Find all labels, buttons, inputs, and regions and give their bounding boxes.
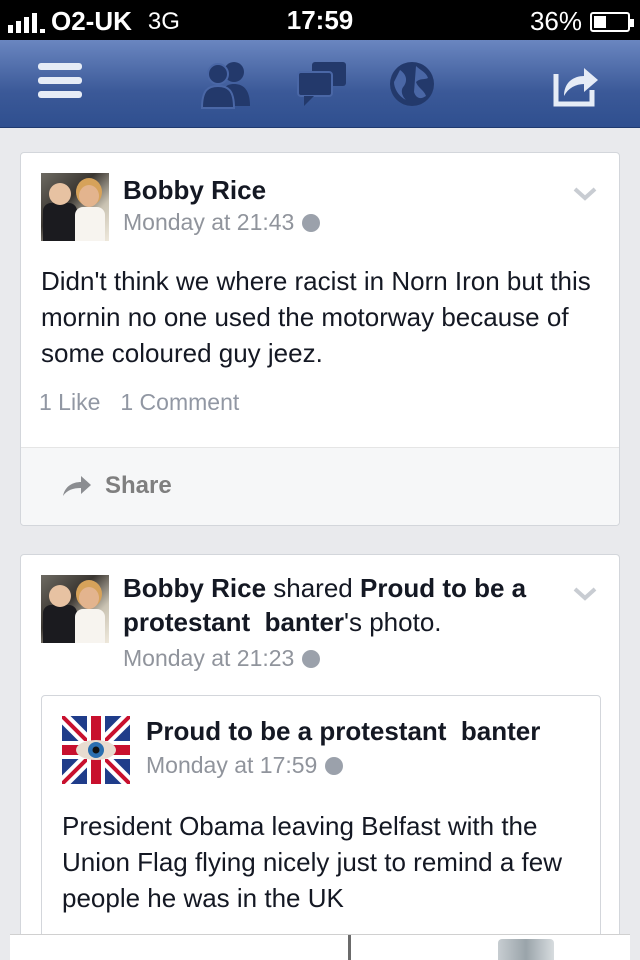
post-text: Didn't think we where racist in Norn Iro… [41, 266, 591, 368]
timestamp-text: Monday at 17:59 [146, 752, 318, 778]
public-globe-icon [302, 213, 321, 232]
battery-percent: 36% [529, 6, 582, 36]
share-button[interactable]: Share [61, 472, 172, 500]
post-timestamp[interactable]: Monday at 21:23 [123, 645, 321, 672]
top-navbar [0, 40, 640, 128]
post-author[interactable]: Bobby Rice [123, 573, 266, 603]
avatar[interactable] [41, 575, 109, 643]
timestamp-text: Monday at 21:23 [123, 645, 295, 671]
menu-icon[interactable] [38, 58, 90, 110]
post-timestamp[interactable]: Monday at 21:43 [123, 209, 321, 236]
battery-icon [590, 11, 634, 32]
shared-photo[interactable] [10, 934, 630, 960]
friends-icon[interactable] [198, 58, 250, 110]
post-author[interactable]: Bobby Rice [123, 175, 266, 206]
globe-icon[interactable] [386, 58, 438, 110]
public-globe-icon [302, 649, 321, 668]
share-label: Share [105, 472, 172, 499]
timestamp-text: Monday at 21:43 [123, 209, 295, 235]
messages-icon[interactable] [294, 58, 346, 110]
public-globe-icon [325, 756, 344, 775]
post-card: Bobby Rice Monday at 21:43 Didn't think … [20, 152, 620, 526]
chevron-down-icon[interactable] [573, 187, 597, 201]
status-bar: O2-UK 3G 17:59 36% [0, 0, 640, 40]
shared-page-name[interactable]: Proud to be a protestant banter [146, 716, 540, 747]
shared-action: shared [266, 573, 360, 603]
shared-suffix: 's photo. [344, 607, 442, 637]
chevron-down-icon[interactable] [573, 587, 597, 601]
share-arrow-icon [63, 476, 91, 496]
shared-headline: Bobby Rice shared Proud to be a protesta… [123, 571, 563, 639]
shared-post[interactable]: Proud to be a protestant banter Monday a… [41, 695, 601, 960]
shared-post-text: President Obama leaving Belfast with the… [62, 811, 563, 913]
union-flag-avatar[interactable] [62, 716, 130, 784]
comment-count[interactable]: 1 Comment [120, 389, 239, 416]
post-card: Bobby Rice shared Proud to be a protesta… [20, 554, 620, 960]
avatar[interactable] [41, 173, 109, 241]
post-stats: 1 Like 1 Comment [39, 389, 239, 416]
post-action-bar: Share [21, 448, 619, 525]
shared-timestamp[interactable]: Monday at 17:59 [146, 752, 344, 779]
like-count[interactable]: 1 Like [39, 389, 100, 416]
share-icon[interactable] [550, 58, 602, 110]
